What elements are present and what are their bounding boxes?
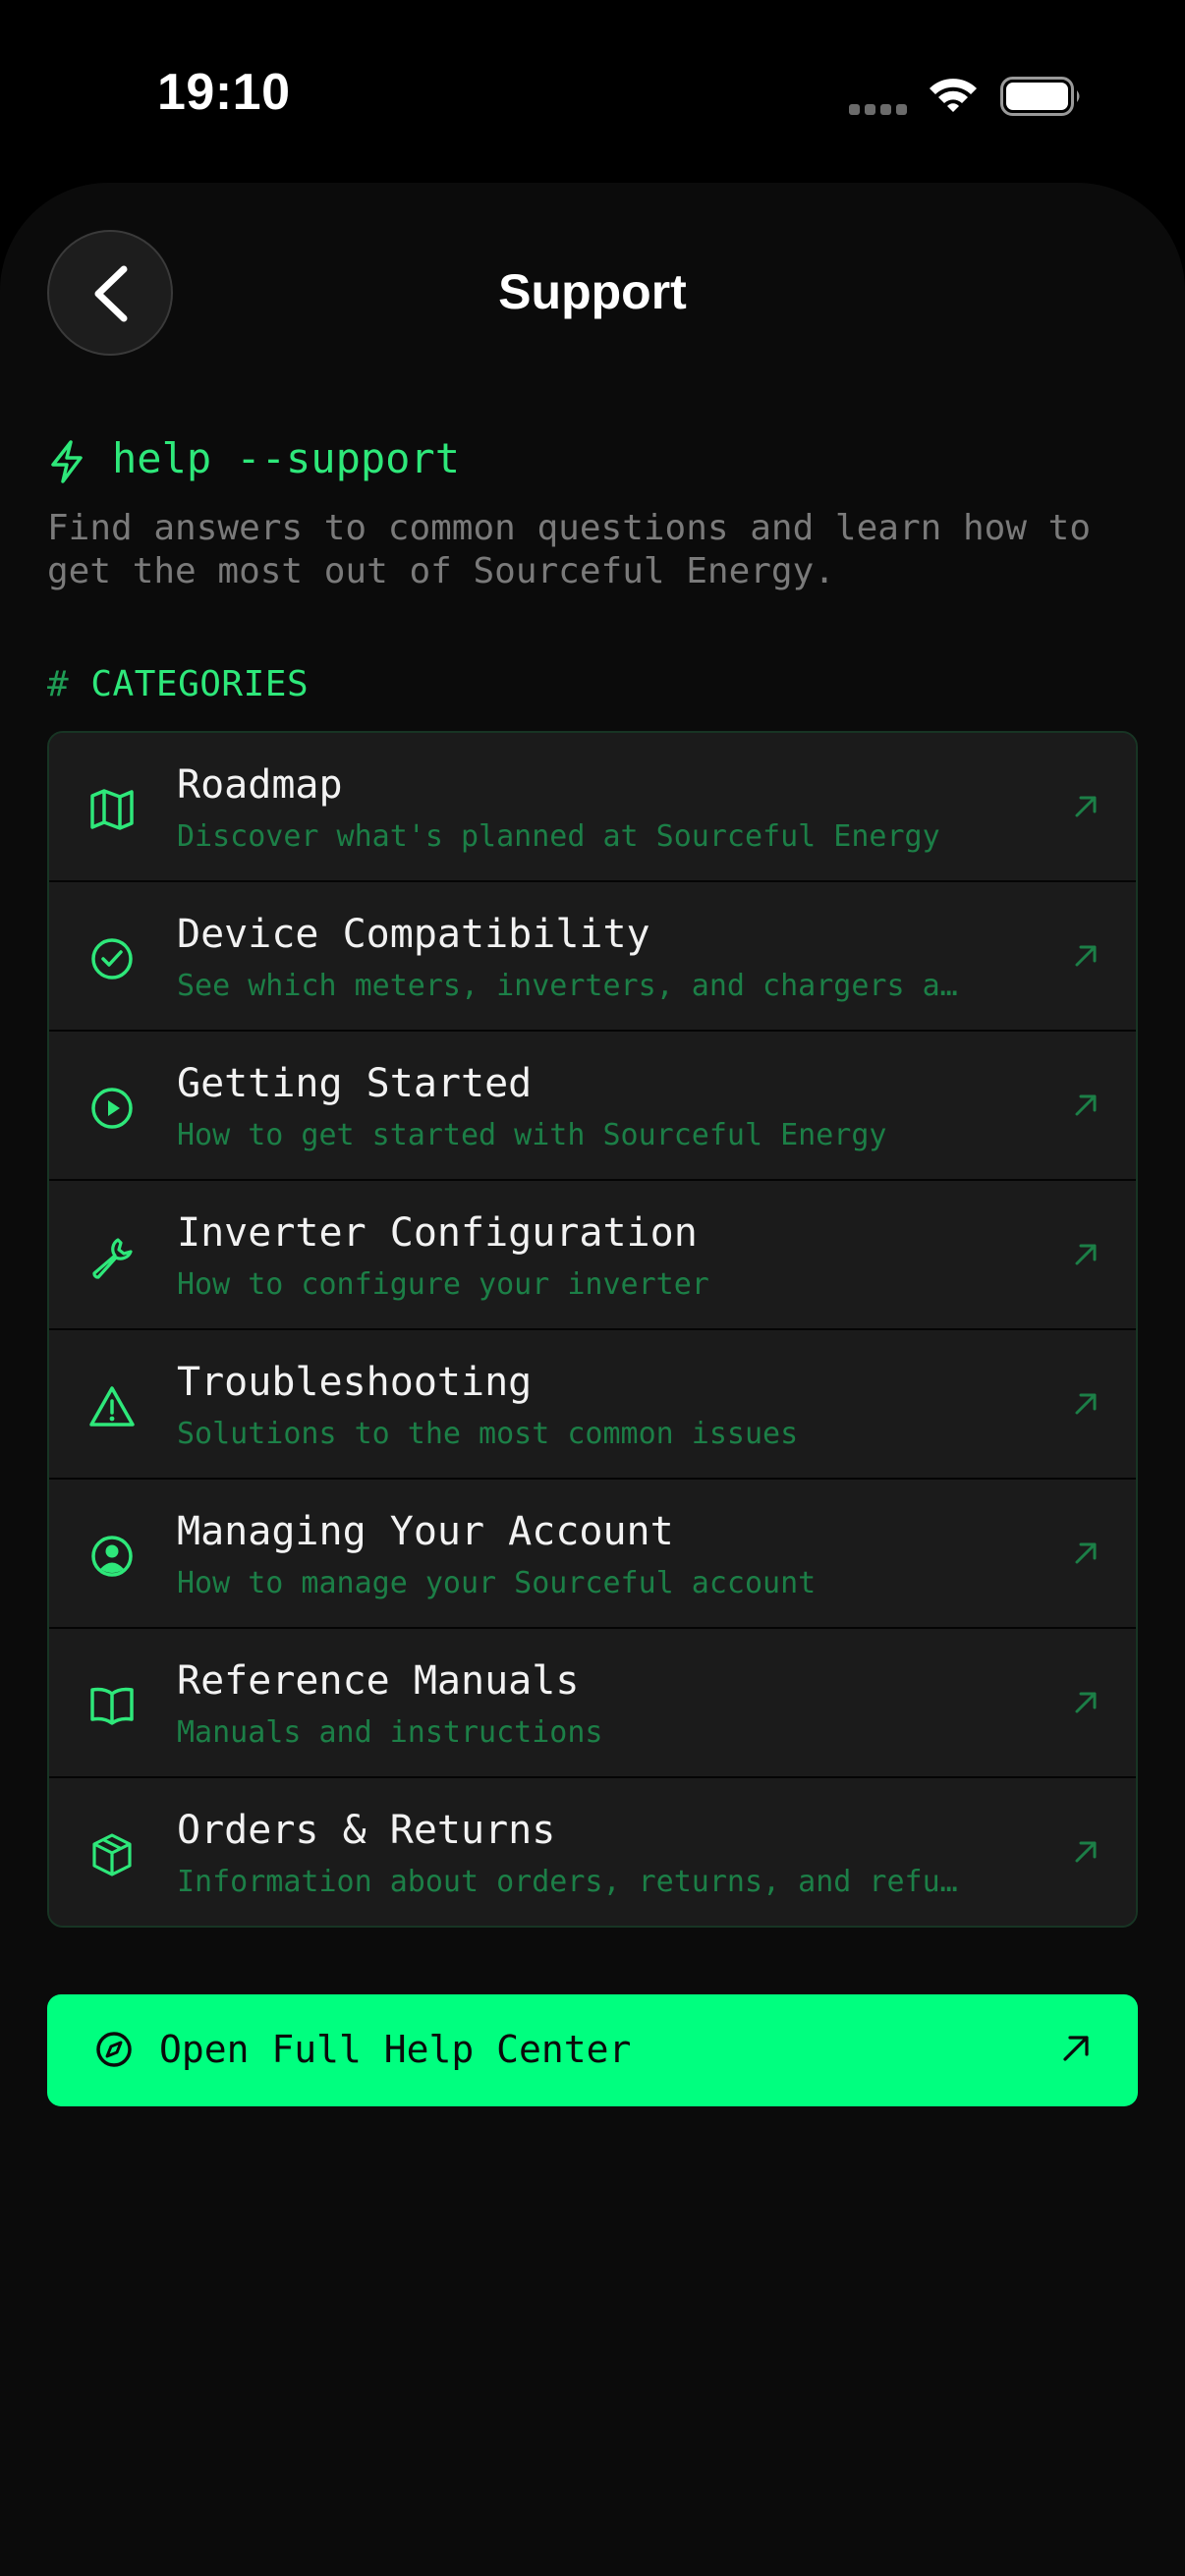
category-title: Orders & Returns [177, 1808, 556, 1853]
play-circle-icon [91, 1088, 133, 1129]
category-subtitle: How to manage your Sourceful account [177, 1566, 817, 1600]
category-subtitle: See which meters, inverters, and charger… [177, 969, 958, 1003]
arrow-up-right-icon [1075, 1244, 1097, 1265]
section-hash: # [47, 664, 70, 704]
open-help-center-button[interactable]: Open Full Help Center [47, 1994, 1138, 2106]
book-icon [90, 1687, 134, 1725]
arrow-up-right-icon [1075, 1542, 1097, 1564]
user-circle-icon [91, 1536, 133, 1577]
cellular-signal-icon [849, 104, 908, 116]
category-subtitle: Manuals and instructions [177, 1715, 603, 1750]
command-text: help --support [112, 434, 461, 482]
section-label: # CATEGORIES [47, 664, 309, 704]
category-item-orders-returns[interactable]: Orders & Returns Information about order… [49, 1778, 1136, 1926]
box-icon [92, 1833, 132, 1876]
wrench-icon [92, 1238, 133, 1279]
battery-icon [1000, 77, 1083, 116]
status-bar: 19:10 [0, 0, 1185, 187]
category-item-roadmap[interactable]: Roadmap Discover what's planned at Sourc… [49, 733, 1136, 882]
wifi-icon [928, 75, 979, 114]
category-item-managing-account[interactable]: Managing Your Account How to manage your… [49, 1480, 1136, 1629]
category-subtitle: Solutions to the most common issues [177, 1417, 799, 1451]
arrow-up-right-icon [1075, 1841, 1097, 1863]
category-title: Getting Started [177, 1061, 533, 1106]
category-title: Roadmap [177, 762, 343, 808]
category-item-inverter-configuration[interactable]: Inverter Configuration How to configure … [49, 1181, 1136, 1330]
map-icon [90, 789, 134, 830]
intro-text: Find answers to common questions and lea… [47, 508, 1092, 591]
category-title: Troubleshooting [177, 1360, 533, 1405]
category-item-getting-started[interactable]: Getting Started How to get started with … [49, 1032, 1136, 1181]
category-item-device-compatibility[interactable]: Device Compatibility See which meters, i… [49, 882, 1136, 1032]
compass-icon [96, 2032, 132, 2067]
status-time: 19:10 [157, 64, 291, 121]
category-subtitle: How to configure your inverter [177, 1267, 709, 1302]
check-circle-icon [91, 938, 133, 980]
warning-triangle-icon [89, 1386, 135, 1427]
arrow-up-right-icon [1075, 1692, 1097, 1713]
arrow-up-right-icon [1075, 945, 1097, 967]
arrow-up-right-icon [1063, 2036, 1089, 2061]
arrow-up-right-icon [1075, 796, 1097, 817]
category-title: Inverter Configuration [177, 1210, 698, 1256]
open-help-center-label: Open Full Help Center [159, 2028, 632, 2071]
category-subtitle: Discover what's planned at Sourceful Ene… [177, 819, 940, 854]
category-title: Device Compatibility [177, 912, 650, 957]
arrow-up-right-icon [1075, 1393, 1097, 1415]
section-title: CATEGORIES [90, 664, 310, 704]
category-subtitle: Information about orders, returns, and r… [177, 1865, 958, 1899]
category-title: Managing Your Account [177, 1509, 674, 1554]
category-list: Roadmap Discover what's planned at Sourc… [47, 731, 1138, 1928]
bolt-icon [51, 440, 83, 483]
category-title: Reference Manuals [177, 1658, 580, 1704]
category-subtitle: How to get started with Sourceful Energy [177, 1118, 887, 1152]
page-title: Support [498, 264, 687, 319]
category-item-reference-manuals[interactable]: Reference Manuals Manuals and instructio… [49, 1629, 1136, 1778]
category-item-troubleshooting[interactable]: Troubleshooting Solutions to the most co… [49, 1330, 1136, 1480]
arrow-up-right-icon [1075, 1094, 1097, 1116]
